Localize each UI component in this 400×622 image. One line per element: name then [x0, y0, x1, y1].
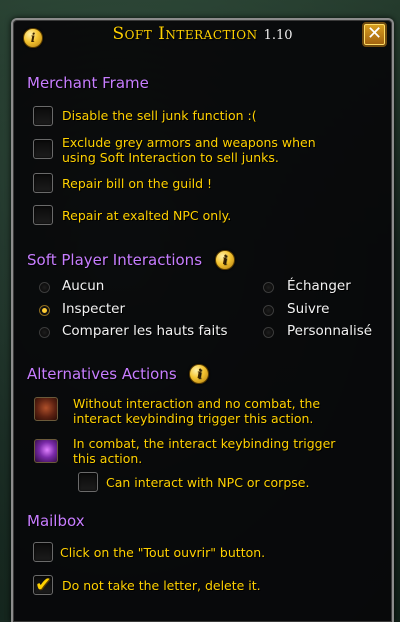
- label-disable-sell-junk: Disable the sell junk function :(: [62, 108, 257, 123]
- soft-interaction-panel: i Soft Interaction 1.10 ✕ Merchant Frame …: [11, 18, 394, 622]
- checkmark-icon: ✔: [35, 572, 52, 596]
- label-suivre: Suivre: [287, 301, 330, 317]
- section-title-soft-player: Soft Player Interactions i: [27, 250, 235, 270]
- section-title-soft-player-text: Soft Player Interactions: [27, 251, 203, 269]
- label-interact-npc-corpse: Can interact with NPC or corpse.: [106, 475, 310, 490]
- checkbox-interact-npc-corpse[interactable]: [78, 472, 98, 492]
- label-inspecter: Inspecter: [62, 301, 126, 317]
- label-combat-action: In combat, the interact keybinding trigg…: [73, 436, 336, 466]
- label-personnalise: Personnalisé: [287, 323, 373, 339]
- radio-suivre[interactable]: [263, 305, 274, 316]
- label-aucun: Aucun: [62, 278, 105, 294]
- title-bar[interactable]: Soft Interaction 1.10: [13, 24, 392, 54]
- checkbox-exclude-grey[interactable]: [33, 139, 53, 159]
- info-icon[interactable]: i: [189, 364, 210, 384]
- section-title-merchant: Merchant Frame: [27, 74, 149, 92]
- radio-echanger[interactable]: [263, 282, 274, 293]
- checkbox-delete-letter[interactable]: ✔: [33, 572, 53, 596]
- label-repair-guild: Repair bill on the guild !: [62, 176, 213, 191]
- checkbox-repair-guild[interactable]: [33, 173, 53, 193]
- window-title: Soft Interaction: [112, 24, 258, 44]
- label-tout-ouvrir: Click on the "Tout ouvrir" button.: [60, 545, 266, 560]
- radio-personnalise[interactable]: [263, 327, 274, 338]
- radio-inspecter[interactable]: [39, 305, 50, 316]
- label-echanger: Échanger: [287, 278, 351, 294]
- label-comparer: Comparer les hauts faits: [62, 323, 228, 339]
- label-repair-exalted: Repair at exalted NPC only.: [62, 208, 232, 223]
- close-button[interactable]: ✕: [362, 22, 387, 47]
- section-title-mailbox: Mailbox: [27, 512, 85, 530]
- label-delete-letter: Do not take the letter, delete it.: [62, 578, 261, 593]
- radio-aucun[interactable]: [39, 282, 50, 293]
- checkbox-tout-ouvrir[interactable]: [33, 542, 53, 562]
- info-icon[interactable]: i: [214, 250, 235, 270]
- label-exclude-grey: Exclude grey armors and weapons when usi…: [62, 135, 316, 165]
- checkbox-disable-sell-junk[interactable]: [33, 106, 53, 126]
- section-title-alternatives: Alternatives Actions i: [27, 364, 210, 384]
- section-title-alternatives-text: Alternatives Actions: [27, 365, 177, 383]
- label-no-combat-action: Without interaction and no combat, the i…: [73, 396, 321, 426]
- no-combat-spell-icon[interactable]: [34, 397, 58, 421]
- combat-spell-icon[interactable]: [34, 439, 58, 463]
- window-version: 1.10: [263, 28, 293, 43]
- radio-comparer[interactable]: [39, 327, 50, 338]
- checkbox-repair-exalted[interactable]: [33, 205, 53, 225]
